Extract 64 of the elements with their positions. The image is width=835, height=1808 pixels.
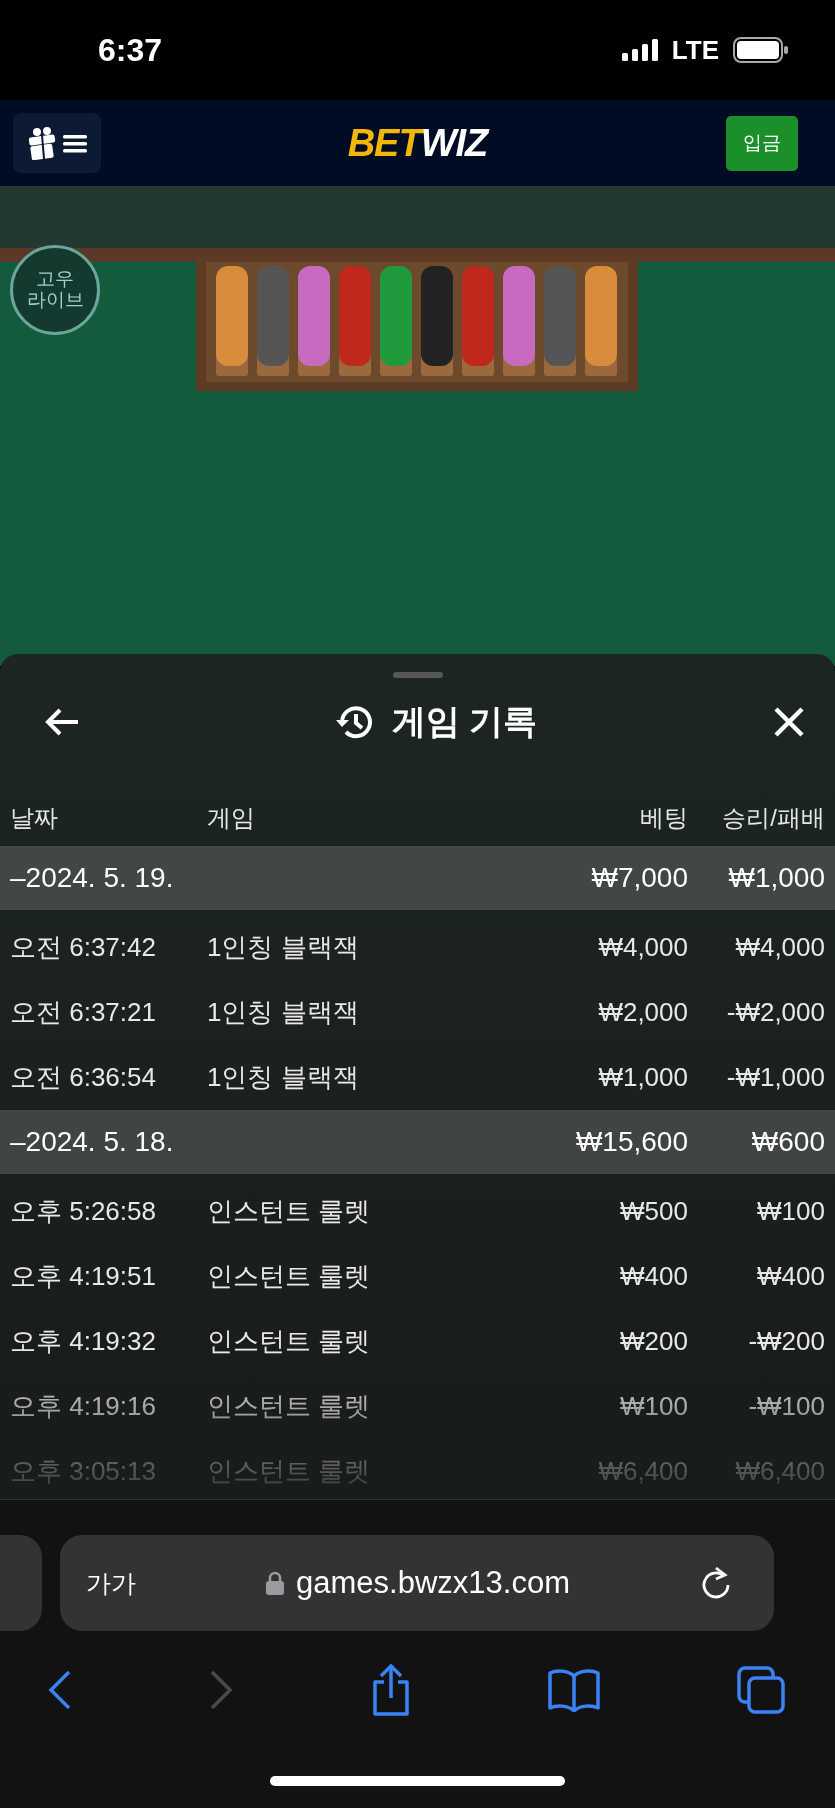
gift-icon	[27, 126, 57, 160]
text-size-button[interactable]: 가가	[86, 1566, 136, 1600]
time-cell-text: 오후 4:19:32	[10, 1325, 157, 1358]
tabs-icon[interactable]	[737, 1666, 785, 1714]
result-total: ₩600	[750, 1126, 825, 1158]
game-cell-text: 인스턴트 룰렛	[207, 1390, 372, 1423]
reload-icon[interactable]	[700, 1566, 732, 1600]
panel-title: 게임 기록	[391, 701, 538, 742]
menu-button[interactable]	[13, 113, 101, 173]
time-cell-text: 오전 6:37:42	[10, 931, 157, 964]
time-cell-text: 오후 4:19:51	[10, 1260, 157, 1293]
close-icon[interactable]	[773, 706, 805, 738]
date-group-row[interactable]: –2024. 5. 19. ₩7,000 ₩1,000	[0, 846, 835, 910]
result-cell-text: -₩1,000	[725, 1062, 825, 1093]
bet-cell-text: ₩2,000	[597, 997, 688, 1028]
game-cell-text: 인스턴트 룰렛	[207, 1195, 372, 1228]
time-cell-text: 오전 6:37:21	[10, 996, 157, 1029]
result-cell-text: ₩4,000	[734, 932, 825, 963]
bet-total: ₩15,600	[574, 1126, 688, 1158]
bet-cell-text: ₩1,000	[597, 1062, 688, 1093]
back-icon[interactable]	[48, 1670, 72, 1710]
game-cell-text: 인스턴트 룰렛	[207, 1260, 372, 1293]
bet-cell-text: ₩100	[619, 1391, 688, 1422]
time-cell-text: 오후 3:05:13	[10, 1455, 157, 1488]
date-label: –2024. 5. 19.	[10, 862, 175, 894]
result-cell-text: ₩100	[756, 1196, 825, 1227]
lock-icon	[266, 1571, 284, 1595]
game-cell-text: 인스턴트 룰렛	[207, 1455, 372, 1488]
column-header: 베팅	[639, 803, 688, 833]
result-total: ₩1,000	[727, 862, 825, 894]
address-bar[interactable]: 가가 games.bwzx13.com	[60, 1535, 774, 1631]
bet-cell-text: ₩4,000	[597, 932, 688, 963]
result-cell-text: ₩400	[756, 1261, 825, 1292]
bet-cell-text: ₩200	[619, 1326, 688, 1357]
time-cell-text: 오후 5:26:58	[10, 1195, 157, 1228]
date-group-row[interactable]: –2024. 5. 18. ₩15,600 ₩600	[0, 1110, 835, 1174]
bet-total: ₩7,000	[590, 862, 688, 894]
network-label: LTE	[671, 34, 719, 66]
column-header: 날짜	[10, 803, 59, 833]
time-cell-text: 오후 4:19:16	[10, 1390, 157, 1423]
battery-icon	[733, 37, 789, 63]
url-text: games.bwzx13.com	[296, 1565, 570, 1601]
book-icon[interactable]	[548, 1668, 601, 1712]
column-header: 게임	[207, 803, 256, 833]
deposit-button[interactable]: 입금	[726, 115, 798, 171]
menu-icon	[63, 133, 87, 153]
game-cell-text: 1인칭 블랙잭	[207, 931, 360, 964]
status-time: 6:37	[98, 31, 163, 69]
time-cell-text: 오전 6:36:54	[10, 1061, 157, 1094]
game-cell-text: 인스턴트 룰렛	[207, 1325, 372, 1358]
column-header: 승리/패배	[721, 803, 825, 833]
result-cell-text: ₩6,400	[734, 1456, 825, 1487]
result-cell-text: -₩100	[747, 1391, 825, 1422]
game-cell-text: 1인칭 블랙잭	[207, 996, 360, 1029]
result-cell-text: -₩2,000	[725, 997, 825, 1028]
back-arrow-icon[interactable]	[44, 707, 80, 737]
bet-cell-text: ₩400	[619, 1261, 688, 1292]
site-logo[interactable]: BETWIZ	[347, 121, 488, 165]
result-cell-text: -₩200	[747, 1326, 825, 1357]
bet-cell-text: ₩6,400	[597, 1456, 688, 1487]
game-cell-text: 1인칭 블랙잭	[207, 1061, 360, 1094]
history-icon	[335, 704, 374, 740]
date-label: –2024. 5. 18.	[10, 1126, 175, 1158]
bet-cell-text: ₩500	[619, 1196, 688, 1227]
